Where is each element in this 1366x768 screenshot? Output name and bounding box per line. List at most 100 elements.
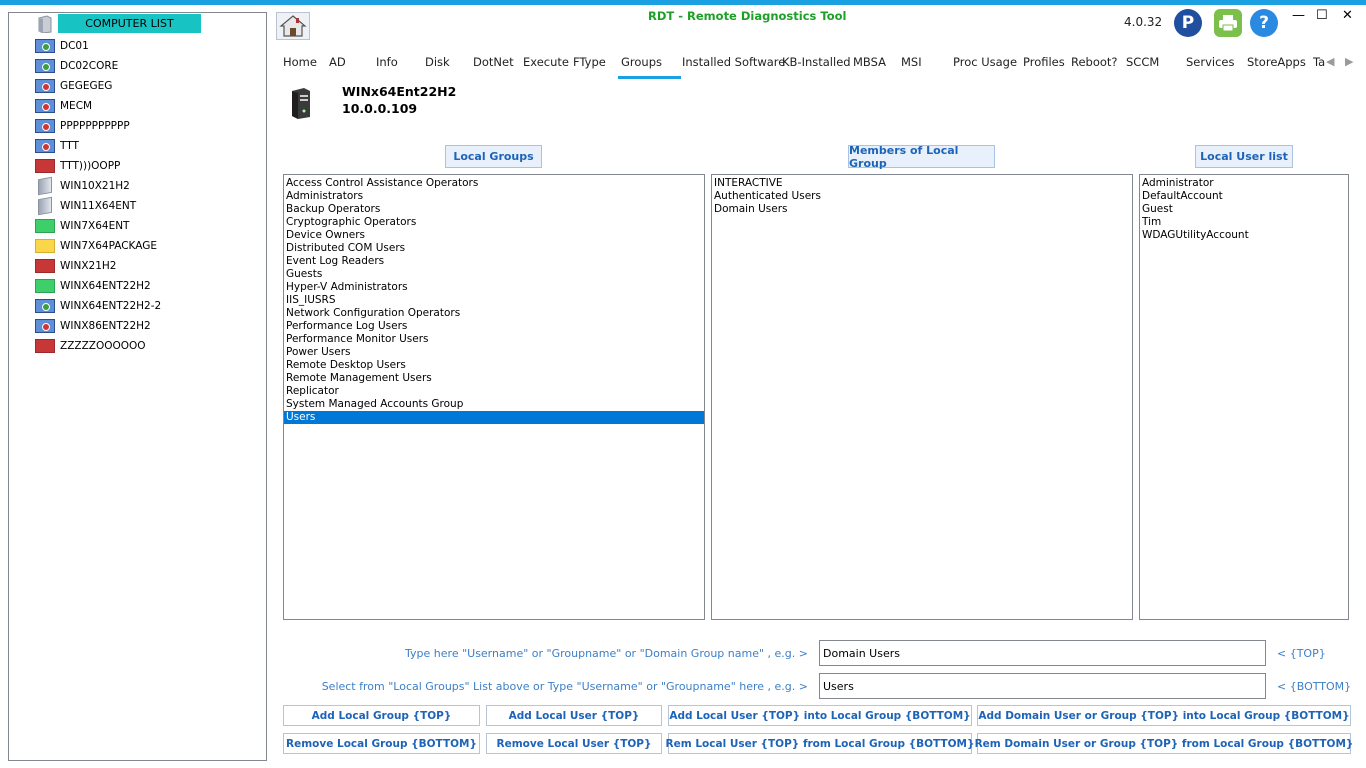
local-group-item[interactable]: Performance Log Users [284, 320, 704, 333]
rem-user-from-group-button[interactable]: Rem Local User {TOP} from Local Group {B… [666, 733, 974, 754]
computer-list-item[interactable]: WIN10X21H2 [35, 176, 161, 196]
add-local-user-button[interactable]: Add Local User {TOP} [486, 705, 662, 726]
local-group-item[interactable]: Hyper-V Administrators [284, 281, 704, 294]
monitor-offline-icon [35, 119, 55, 133]
maximize-button[interactable]: ☐ [1316, 8, 1328, 23]
computer-list-item[interactable]: GEGEGEG [35, 76, 161, 96]
rem-domain-from-group-button[interactable]: Rem Domain User or Group {TOP} from Loca… [975, 733, 1353, 754]
remove-local-user-button[interactable]: Remove Local User {TOP} [486, 733, 662, 754]
close-button[interactable]: ✕ [1342, 8, 1353, 23]
local-groups-listbox[interactable]: Access Control Assistance Operators Admin… [283, 174, 705, 620]
print-button[interactable] [1214, 9, 1242, 37]
add-local-group-button[interactable]: Add Local Group {TOP} [283, 705, 480, 726]
computer-list-item[interactable]: WINX64ENT22H2-2 [35, 296, 161, 316]
tab-kb-installed[interactable]: KB-Installed [782, 55, 851, 69]
paypal-donate-button[interactable]: P [1174, 9, 1202, 37]
local-group-item[interactable]: Administrators [284, 190, 704, 203]
group-member-item[interactable]: Domain Users [712, 203, 1132, 216]
computer-list-item[interactable]: DC02CORE [35, 56, 161, 76]
group-member-item[interactable]: Authenticated Users [712, 190, 1132, 203]
tab-installed-software[interactable]: Installed Software [682, 55, 785, 69]
computer-list-item[interactable]: WINX86ENT22H2 [35, 316, 161, 336]
local-group-item[interactable]: Remote Desktop Users [284, 359, 704, 372]
bottom-name-input[interactable] [819, 673, 1266, 699]
tab-info[interactable]: Info [376, 55, 398, 69]
tab-reboot[interactable]: Reboot? [1071, 55, 1118, 69]
local-group-item[interactable]: Access Control Assistance Operators [284, 177, 704, 190]
tab-services[interactable]: Services [1186, 55, 1235, 69]
members-listbox[interactable]: INTERACTIVE Authenticated Users Domain Use… [711, 174, 1133, 620]
local-group-item[interactable]: Remote Management Users [284, 372, 704, 385]
computer-list-item[interactable]: WINX21H2 [35, 256, 161, 276]
local-users-listbox[interactable]: Administrator DefaultAccount Guest Tim WDAGU… [1139, 174, 1349, 620]
help-button[interactable]: ? [1250, 9, 1278, 37]
tab-disk[interactable]: Disk [425, 55, 450, 69]
local-groups-button[interactable]: Local Groups [445, 145, 542, 168]
tab-sccm[interactable]: SCCM [1126, 55, 1159, 69]
local-user-item[interactable]: WDAGUtilityAccount [1140, 229, 1348, 242]
local-group-item[interactable]: Network Configuration Operators [284, 307, 704, 320]
computer-list-item[interactable]: WINX64ENT22H2 [35, 276, 161, 296]
tab-groups[interactable]: Groups [621, 55, 662, 69]
computer-list-panel[interactable]: COMPUTER LIST DC01 DC02CORE GEGEGEG MECM PPP… [8, 12, 267, 761]
tab-ad[interactable]: AD [329, 55, 346, 69]
tab-ta[interactable]: Ta [1313, 55, 1325, 69]
computer-list-item[interactable]: WIN11X64ENT [35, 196, 161, 216]
local-user-item[interactable]: Administrator [1140, 177, 1348, 190]
computer-list-item[interactable]: WIN7X64PACKAGE [35, 236, 161, 256]
tab-scroll-right-icon[interactable]: ▶ [1345, 55, 1353, 68]
local-group-item[interactable]: Cryptographic Operators [284, 216, 704, 229]
local-group-item[interactable]: Power Users [284, 346, 704, 359]
computer-list-header[interactable]: COMPUTER LIST [58, 14, 201, 33]
tab-msi[interactable]: MSI [901, 55, 922, 69]
local-user-item[interactable]: Tim [1140, 216, 1348, 229]
add-user-into-group-button[interactable]: Add Local User {TOP} into Local Group {B… [668, 705, 972, 726]
monitor-offline-icon [35, 99, 55, 113]
tab-home[interactable]: Home [283, 55, 317, 69]
local-group-item[interactable]: Users [284, 411, 704, 424]
tab-storeapps[interactable]: StoreApps [1247, 55, 1306, 69]
computer-list-item[interactable]: DC01 [35, 36, 161, 56]
status-yellow-icon [35, 239, 55, 253]
local-group-item[interactable]: Guests [284, 268, 704, 281]
tab-dotnet[interactable]: DotNet [473, 55, 514, 69]
add-domain-into-group-button[interactable]: Add Domain User or Group {TOP} into Loca… [977, 705, 1351, 726]
tab-profiles[interactable]: Profiles [1023, 55, 1065, 69]
local-group-item[interactable]: Replicator [284, 385, 704, 398]
remove-local-group-button[interactable]: Remove Local Group {BOTTOM} [283, 733, 480, 754]
computer-list-item[interactable]: MECM [35, 96, 161, 116]
computer-list[interactable]: DC01 DC02CORE GEGEGEG MECM PPPPPPPPPPP TTT TTT… [35, 36, 161, 356]
minimize-button[interactable]: — [1292, 8, 1305, 23]
home-button[interactable] [276, 12, 310, 40]
local-group-item[interactable]: Distributed COM Users [284, 242, 704, 255]
monitor-offline-icon [35, 79, 55, 93]
local-group-item[interactable]: Performance Monitor Users [284, 333, 704, 346]
local-user-item[interactable]: DefaultAccount [1140, 190, 1348, 203]
tab-scroll-left-icon[interactable]: ◀ [1326, 55, 1334, 68]
group-member-item[interactable]: INTERACTIVE [712, 177, 1132, 190]
computer-list-item[interactable]: ZZZZZOOOOOO [35, 336, 161, 356]
local-group-item[interactable]: IIS_IUSRS [284, 294, 704, 307]
computer-name: WIN10X21H2 [60, 180, 130, 192]
tab-strip[interactable]: Home AD Info Disk DotNet Execute FType Groups In… [283, 53, 1325, 79]
home-icon [279, 15, 307, 37]
top-name-input[interactable] [819, 640, 1266, 666]
computer-list-item[interactable]: TTT)))OOPP [35, 156, 161, 176]
active-tab-indicator [618, 76, 681, 79]
local-group-item[interactable]: System Managed Accounts Group [284, 398, 704, 411]
local-user-list-button[interactable]: Local User list [1195, 145, 1293, 168]
bottom-input-hint: Select from "Local Groups" List above or… [321, 680, 808, 693]
computer-list-item[interactable]: WIN7X64ENT [35, 216, 161, 236]
tab-ftype[interactable]: FType [573, 55, 606, 69]
computer-list-item[interactable]: TTT [35, 136, 161, 156]
tab-execute[interactable]: Execute [523, 55, 569, 69]
local-group-item[interactable]: Device Owners [284, 229, 704, 242]
members-of-local-group-button[interactable]: Members of Local Group [848, 144, 995, 170]
tab-proc-usage[interactable]: Proc Usage [953, 55, 1017, 69]
local-group-item[interactable]: Event Log Readers [284, 255, 704, 268]
status-red-icon [35, 159, 55, 173]
local-user-item[interactable]: Guest [1140, 203, 1348, 216]
local-group-item[interactable]: Backup Operators [284, 203, 704, 216]
tab-mbsa[interactable]: MBSA [853, 55, 886, 69]
computer-list-item[interactable]: PPPPPPPPPPP [35, 116, 161, 136]
